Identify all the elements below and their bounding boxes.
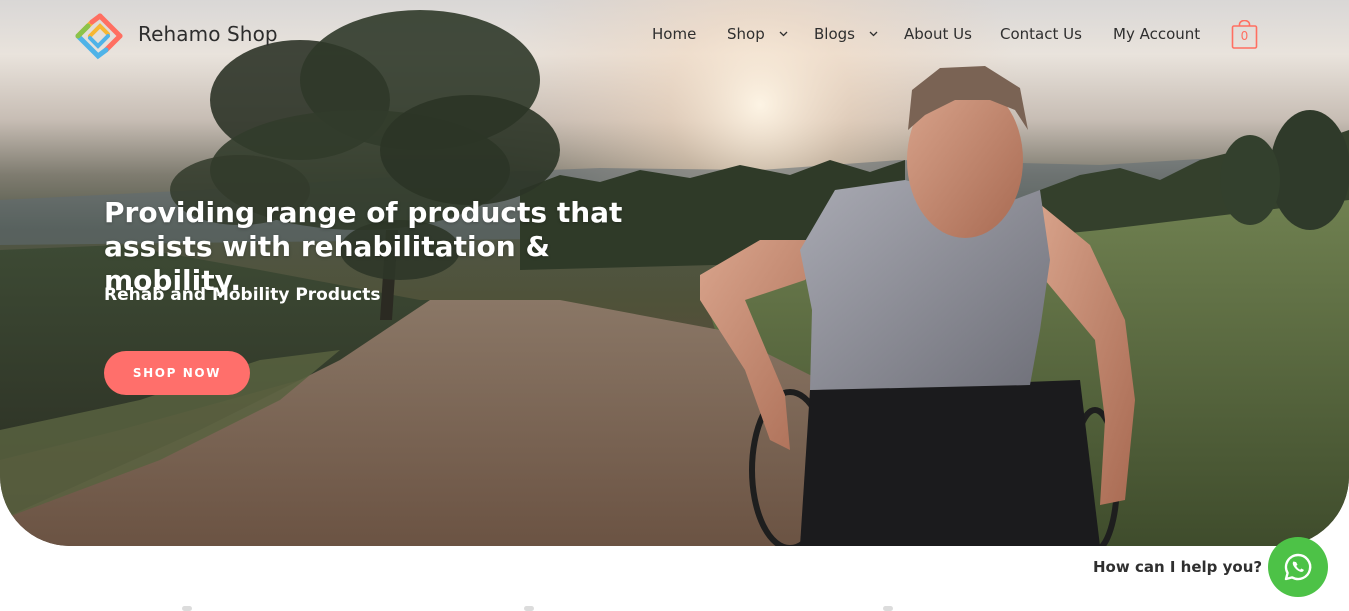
nav-home[interactable]: Home: [652, 25, 696, 43]
nav-label: About Us: [904, 25, 972, 43]
nav-label: My Account: [1113, 25, 1201, 43]
decorative-dot: [524, 606, 534, 611]
nav-blogs[interactable]: Blogs: [814, 25, 878, 43]
page: Rehamo Shop Home Shop Blogs About Us Con…: [0, 0, 1349, 611]
nav-label: Contact Us: [1000, 25, 1082, 43]
decorative-dot: [883, 606, 893, 611]
brand-name[interactable]: Rehamo Shop: [138, 22, 278, 46]
hero-subheading: Rehab and Mobility Products: [104, 285, 381, 305]
chat-prompt[interactable]: How can I help you?: [1093, 558, 1262, 576]
nav-contact-us[interactable]: Contact Us: [1000, 25, 1082, 43]
nav-label: Home: [652, 25, 697, 43]
nav-about-us[interactable]: About Us: [904, 25, 972, 43]
cart-count: 0: [1240, 29, 1249, 43]
chevron-down-icon: [779, 31, 787, 37]
nav-my-account[interactable]: My Account: [1113, 25, 1200, 43]
whatsapp-icon: [1284, 553, 1312, 581]
whatsapp-button[interactable]: [1268, 537, 1328, 597]
nav-label: Shop: [727, 25, 765, 43]
rehamo-logo-icon[interactable]: [74, 12, 124, 60]
chevron-down-icon: [869, 31, 878, 37]
cart-button[interactable]: 0: [1231, 19, 1258, 50]
nav-shop[interactable]: Shop: [727, 25, 788, 43]
site-header: Rehamo Shop Home Shop Blogs About Us Con…: [0, 0, 1349, 72]
decorative-dot: [182, 606, 192, 611]
nav-label: Blogs: [814, 25, 855, 43]
hero-headline: Providing range of products that assists…: [104, 196, 623, 297]
shop-now-button[interactable]: SHOP NOW: [104, 351, 250, 395]
